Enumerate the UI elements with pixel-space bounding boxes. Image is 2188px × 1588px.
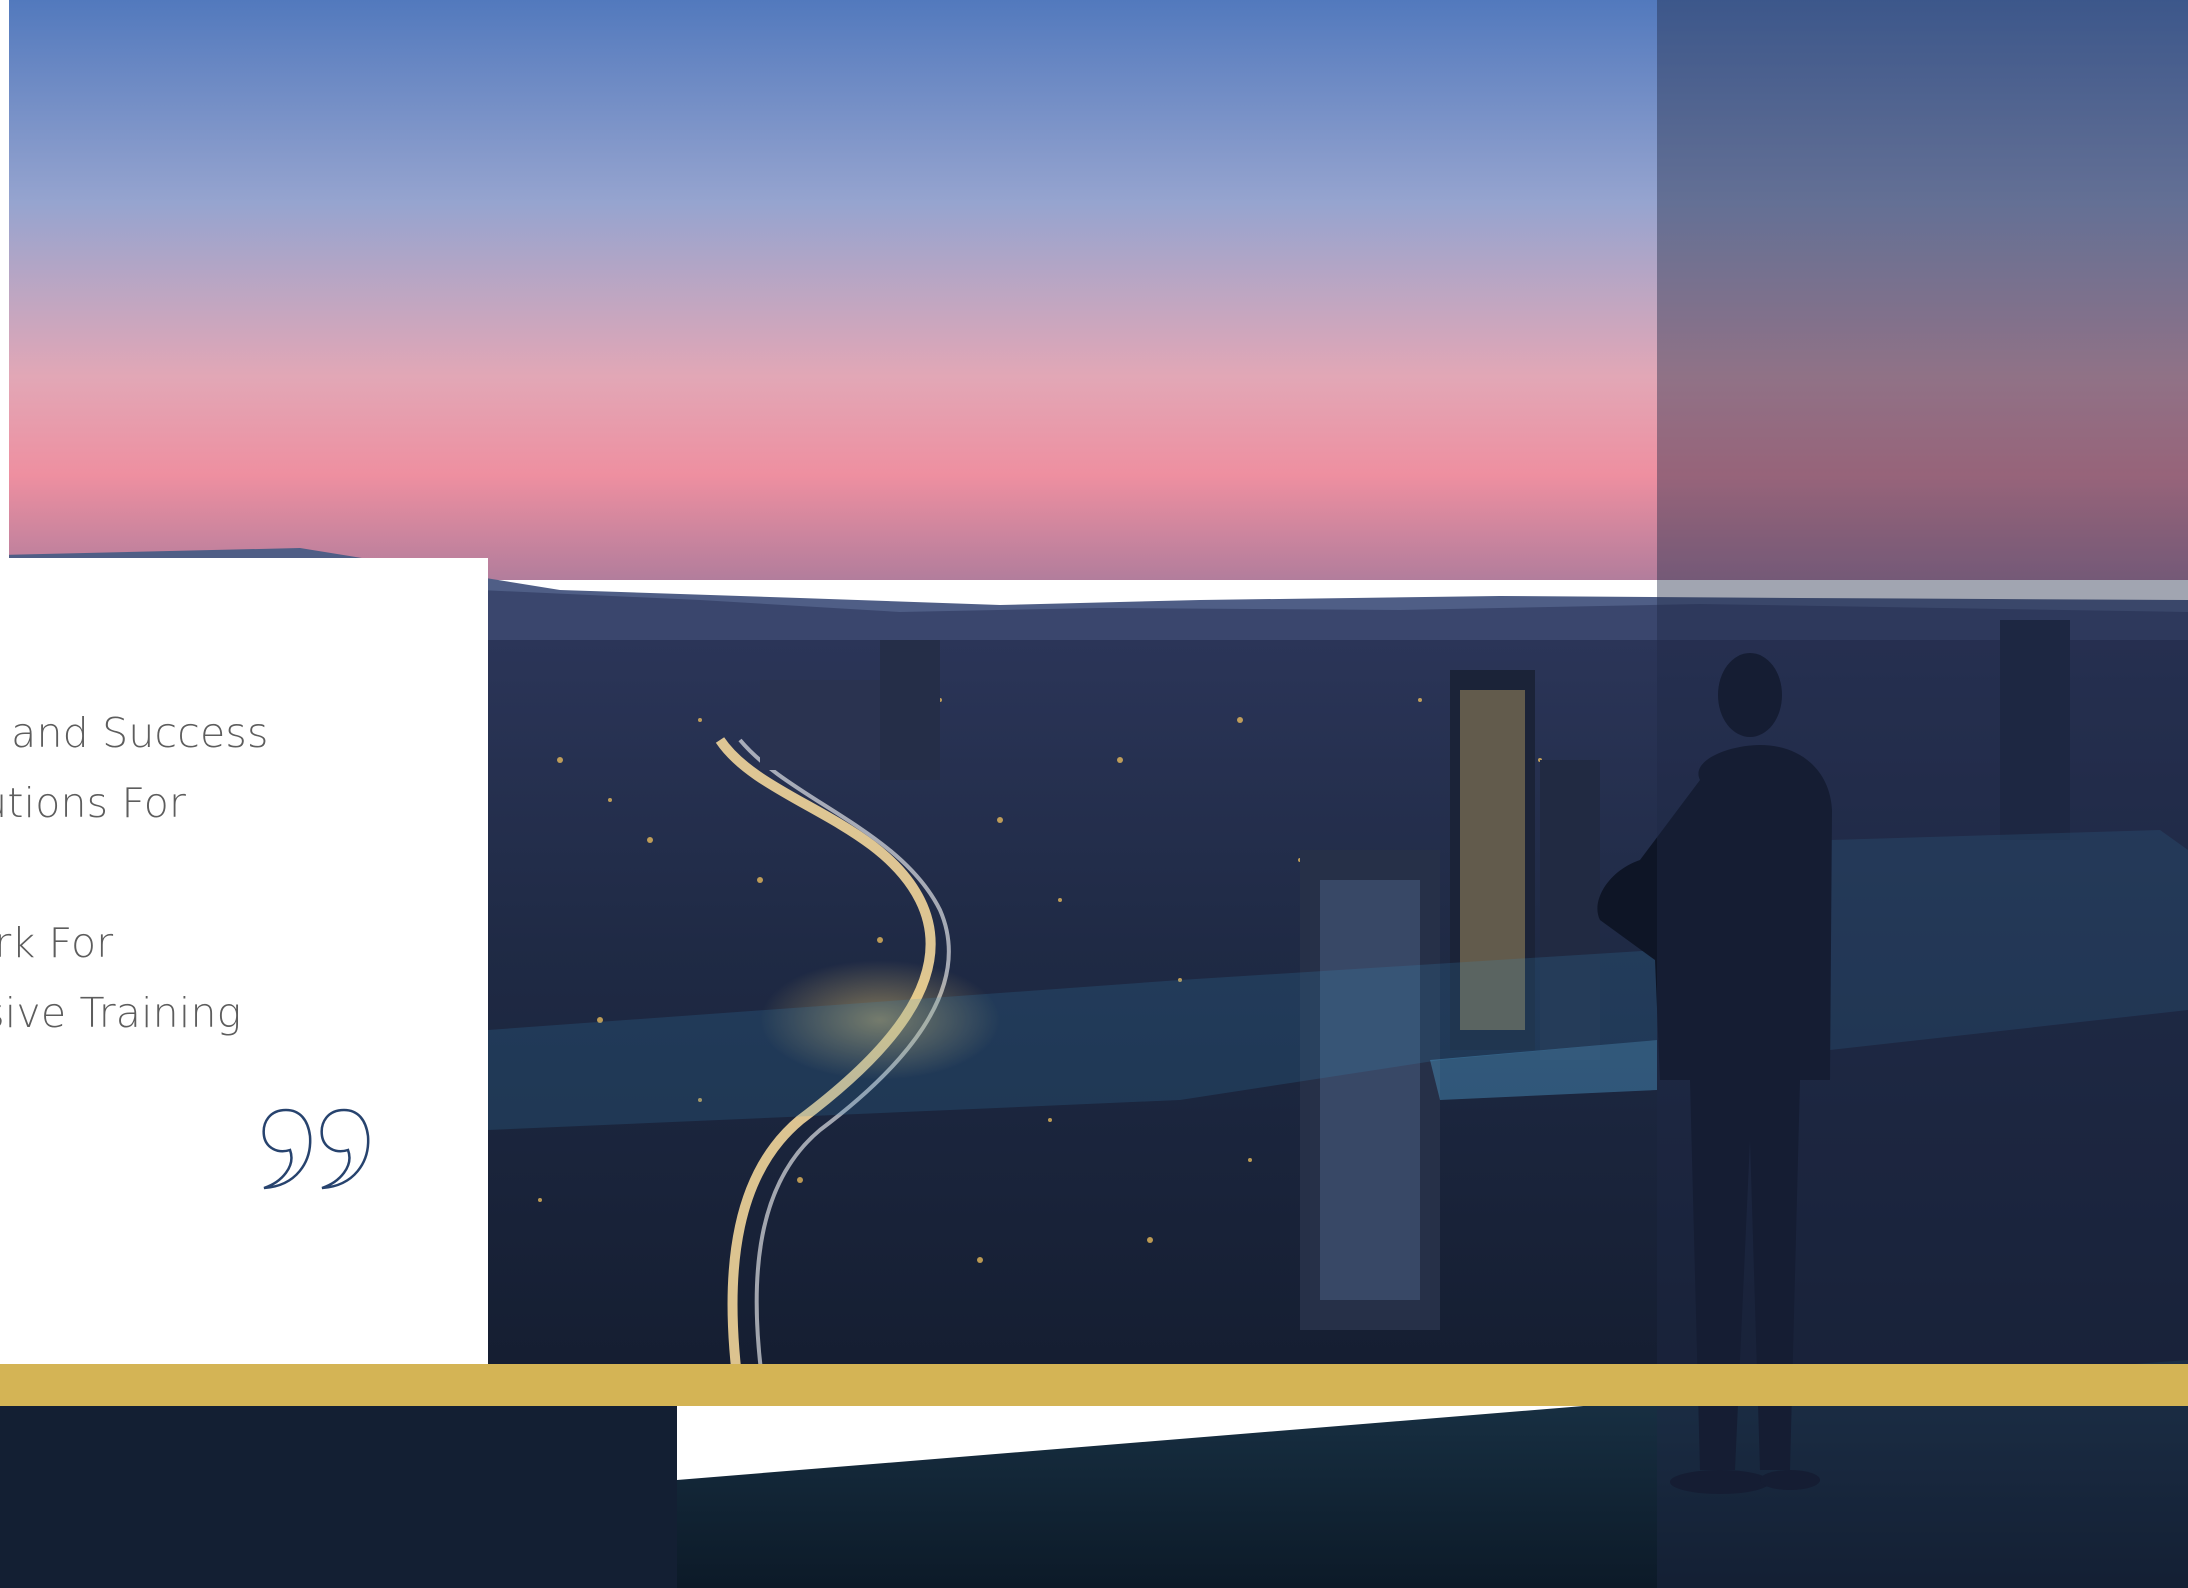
testimonial-line: ation, and Success — [0, 709, 269, 757]
testimonial-line: ehensive Training — [0, 989, 242, 1037]
gold-accent-band — [0, 1364, 2188, 1406]
testimonial-line: g Solutions For — [0, 779, 187, 827]
testimonial-text: ation, and Success g Solutions For chmar… — [0, 698, 400, 1048]
testimonial-line: chmark For — [0, 919, 114, 967]
dark-overlay-panel — [1657, 0, 2188, 1588]
navy-footer-block — [0, 1406, 677, 1588]
white-margin-strip — [0, 0, 9, 560]
closing-quote-icon — [262, 1108, 370, 1190]
testimonial-card: ation, and Success g Solutions For chmar… — [0, 558, 488, 1364]
